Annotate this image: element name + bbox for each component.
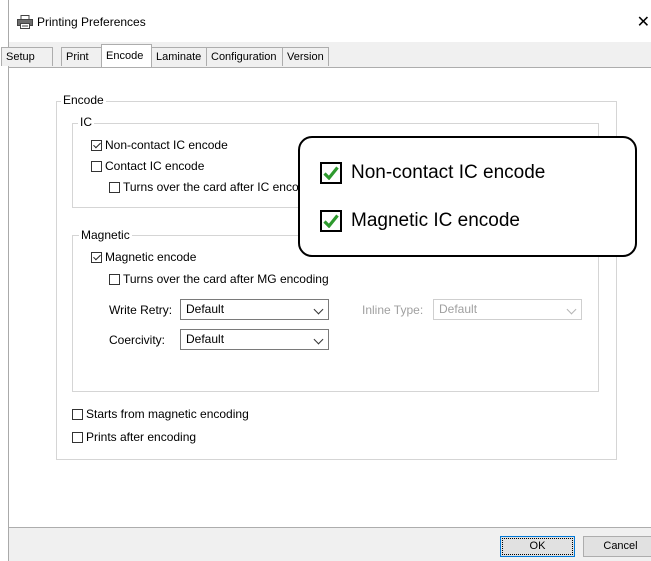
non-contact-ic-checkbox[interactable]: Non-contact IC encode xyxy=(91,138,228,152)
checkbox-unchecked-icon xyxy=(109,273,120,285)
ic-group-label: IC xyxy=(78,115,94,129)
magnetic-encode-label: Magnetic encode xyxy=(105,250,197,264)
tab-version[interactable]: Version xyxy=(282,47,329,66)
coercivity-value: Default xyxy=(186,332,225,346)
tab-encode[interactable]: Encode xyxy=(101,44,152,67)
ic-turns-over-checkbox[interactable]: Turns over the card after IC encoding xyxy=(109,180,321,194)
starts-from-magnetic-checkbox[interactable]: Starts from magnetic encoding xyxy=(72,407,249,421)
inline-type-value: Default xyxy=(439,302,478,316)
magnetic-group-label: Magnetic xyxy=(79,228,132,242)
write-retry-select[interactable]: Default xyxy=(180,299,329,320)
mg-turns-over-checkbox[interactable]: Turns over the card after MG encoding xyxy=(109,272,329,286)
checkbox-checked-icon xyxy=(91,139,102,151)
starts-from-magnetic-label: Starts from magnetic encoding xyxy=(86,407,249,421)
printer-icon xyxy=(17,15,33,29)
checkbox-unchecked-icon xyxy=(72,431,83,443)
prints-after-encoding-checkbox[interactable]: Prints after encoding xyxy=(72,430,196,444)
encode-group-label: Encode xyxy=(61,93,106,107)
title-bar: Printing Preferences ✕ xyxy=(9,0,651,42)
cancel-button[interactable]: Cancel xyxy=(583,536,651,557)
callout-item-non-contact: Non-contact IC encode xyxy=(320,162,545,184)
magnetic-encode-checkbox[interactable]: Magnetic encode xyxy=(91,250,196,264)
coercivity-label: Coercivity: xyxy=(109,333,166,347)
contact-ic-label: Contact IC encode xyxy=(105,159,205,173)
checkbox-unchecked-icon xyxy=(91,160,102,172)
ic-turns-over-label: Turns over the card after IC encoding xyxy=(123,180,322,194)
tab-configuration[interactable]: Configuration xyxy=(206,47,283,66)
tab-setup[interactable]: Setup xyxy=(1,47,53,66)
callout-item-magnetic: Magnetic IC encode xyxy=(320,210,520,232)
check-icon xyxy=(320,210,342,232)
annotation-callout: Non-contact IC encode Magnetic IC encode xyxy=(298,136,637,257)
chevron-down-icon xyxy=(566,304,577,315)
check-icon xyxy=(320,162,342,184)
inline-type-select[interactable]: Default xyxy=(433,299,582,320)
chevron-down-icon xyxy=(313,304,324,315)
window-title: Printing Preferences xyxy=(37,15,146,29)
contact-ic-checkbox[interactable]: Contact IC encode xyxy=(91,159,204,173)
prints-after-encoding-label: Prints after encoding xyxy=(86,430,197,444)
printing-preferences-dialog: Printing Preferences ✕ Setup Print Encod… xyxy=(1,0,651,561)
checkbox-unchecked-icon xyxy=(72,408,83,420)
callout-label-non-contact: Non-contact IC encode xyxy=(351,162,546,183)
write-retry-value: Default xyxy=(186,302,225,316)
chevron-down-icon xyxy=(313,334,324,345)
ok-button[interactable]: OK xyxy=(500,536,575,557)
tab-print[interactable]: Print xyxy=(61,47,102,66)
checkbox-unchecked-icon xyxy=(109,181,120,193)
close-icon[interactable]: ✕ xyxy=(637,12,650,32)
callout-label-magnetic: Magnetic IC encode xyxy=(351,210,520,231)
tab-laminate[interactable]: Laminate xyxy=(151,47,207,66)
inline-type-label: Inline Type: xyxy=(362,303,424,317)
mg-turns-over-label: Turns over the card after MG encoding xyxy=(123,272,329,286)
checkbox-checked-icon xyxy=(91,251,102,263)
write-retry-label: Write Retry: xyxy=(109,303,173,317)
non-contact-ic-label: Non-contact IC encode xyxy=(105,138,228,152)
coercivity-select[interactable]: Default xyxy=(180,329,329,350)
